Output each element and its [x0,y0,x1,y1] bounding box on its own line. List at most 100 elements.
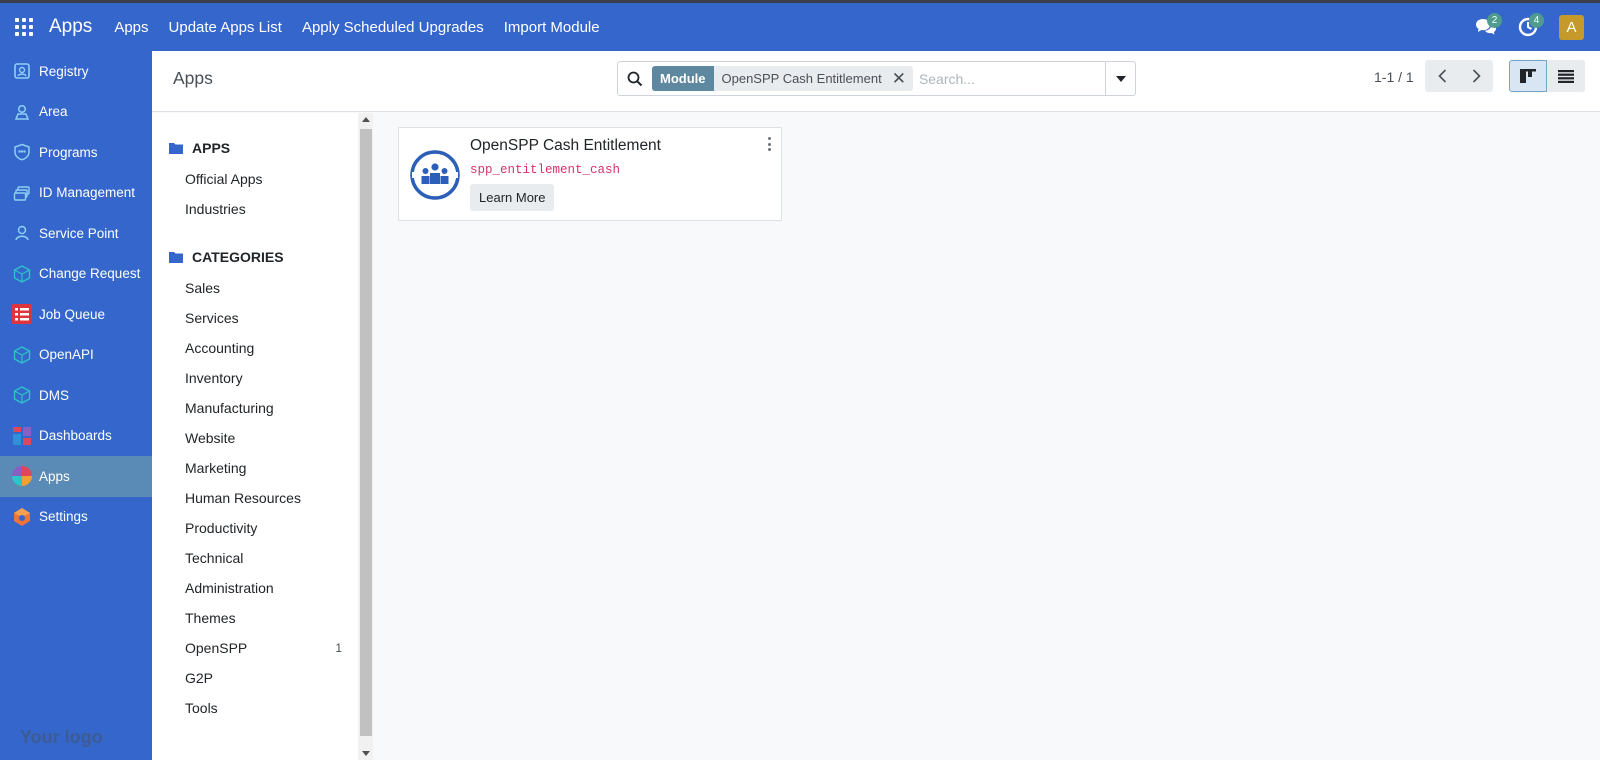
sidebar-item-settings[interactable]: Settings [0,497,152,538]
filter-industries[interactable]: Industries [152,194,372,224]
registry-icon [12,61,32,81]
company-logo: Your logo [20,727,103,747]
sidebar-item-label: Service Point [39,225,119,241]
sidebar-item-programs[interactable]: Programs [0,132,152,173]
pager-value[interactable]: 1-1 / 1 [1374,69,1414,85]
sidebar-item-dms[interactable]: DMS [0,375,152,416]
search-panel-scrollbar[interactable] [358,113,373,760]
sidebar-item-job-queue[interactable]: Job Queue [0,294,152,335]
search-icon [618,62,652,95]
apps-section-title: APPS [192,140,231,156]
chevron-right-icon [1472,69,1481,83]
sidebar-item-openapi[interactable]: OpenAPI [0,335,152,376]
category-item[interactable]: Sales [152,273,372,303]
category-item[interactable]: Website [152,423,372,453]
filter-official-apps[interactable]: Official Apps [152,164,372,194]
list-view-button[interactable] [1547,60,1585,92]
sidebar-item-dashboards[interactable]: Dashboards [0,416,152,457]
apps-section-header: APPS [169,137,372,159]
category-label: Tools [185,700,218,716]
nav-link-apply-scheduled-upgrades[interactable]: Apply Scheduled Upgrades [292,3,494,51]
dms-icon [12,385,32,405]
id-management-icon [12,183,32,203]
category-item[interactable]: Themes [152,603,372,633]
activities-button[interactable]: 4 [1507,3,1549,51]
sidebar-item-registry[interactable]: Registry [0,51,152,92]
category-item[interactable]: OpenSPP 1 [152,633,372,663]
facet-remove-icon[interactable]: ✕ [892,66,906,91]
area-icon [12,102,32,122]
app-menu-grid-icon[interactable] [0,3,48,51]
main-navbar: Apps Apps Update Apps List Apply Schedul… [0,3,1600,51]
sidebar-item-area[interactable]: Area [0,92,152,133]
facet-value: OpenSPP Cash Entitlement ✕ [713,66,913,91]
search-panel: APPS Official Apps Industries CATEGORIES… [152,113,373,760]
category-item[interactable]: Productivity [152,513,372,543]
category-label: Administration [185,580,274,596]
pager-previous-button[interactable] [1425,60,1459,92]
kanban-view-button[interactable] [1509,60,1547,92]
categories-section-header: CATEGORIES [169,246,372,268]
messages-count-badge: 2 [1487,13,1502,28]
job-queue-icon [12,304,32,325]
search-bar: Module OpenSPP Cash Entitlement ✕ [617,61,1136,96]
nav-link-import-module[interactable]: Import Module [494,3,610,51]
sidebar-item-change-request[interactable]: Change Request [0,254,152,295]
category-item[interactable]: Manufacturing [152,393,372,423]
category-label: Services [185,310,239,326]
sidebar-item-apps[interactable]: Apps [0,456,152,497]
app-sidebar: Registry Area Programs ID Management Ser… [0,51,152,760]
sidebar-item-label: Change Request [39,266,141,282]
category-label: Accounting [185,340,255,356]
category-item[interactable]: G2P [152,663,372,693]
scroll-down-arrow-icon[interactable] [362,751,370,756]
card-menu-vertical-dots-icon[interactable] [765,136,773,152]
search-options-toggle[interactable] [1105,62,1135,95]
search-facet: Module OpenSPP Cash Entitlement ✕ [652,66,913,91]
pager-buttons [1425,60,1493,92]
category-item[interactable]: Human Resources [152,483,372,513]
list-icon [1558,69,1574,83]
module-title: OpenSPP Cash Entitlement [470,137,661,154]
module-card[interactable]: OpenSPP Cash Entitlement spp_entitlement… [398,127,782,221]
sidebar-item-service-point[interactable]: Service Point [0,213,152,254]
category-item[interactable]: Services [152,303,372,333]
caret-down-icon [1115,75,1126,82]
categories-section-title: CATEGORIES [192,249,284,265]
sidebar-item-label: Area [39,104,68,120]
nav-link-apps[interactable]: Apps [104,3,158,51]
category-label: Human Resources [185,490,301,506]
messages-button[interactable]: 2 [1465,3,1507,51]
change-request-icon [12,264,32,284]
category-label: OpenSPP [185,640,248,656]
search-input[interactable] [918,63,1105,94]
category-label: Marketing [185,460,247,476]
dashboards-icon [12,426,32,446]
category-item[interactable]: Marketing [152,453,372,483]
scrollbar-thumb[interactable] [360,129,372,736]
category-label: Inventory [185,370,243,386]
category-item[interactable]: Administration [152,573,372,603]
category-item[interactable]: Technical [152,543,372,573]
sidebar-item-label: DMS [39,387,69,403]
nav-link-update-apps-list[interactable]: Update Apps List [159,3,292,51]
category-label: Technical [185,550,244,566]
sidebar-item-label: Job Queue [39,306,106,322]
sidebar-item-label: Programs [39,144,98,160]
category-item[interactable]: Accounting [152,333,372,363]
category-item[interactable]: Inventory [152,363,372,393]
view-switcher [1509,60,1585,92]
page-title: Apps [173,68,213,88]
category-item[interactable]: Tools [152,693,372,723]
user-avatar[interactable]: A [1559,14,1584,40]
control-panel: Apps Module OpenSPP Cash Entitlement ✕ 1… [152,51,1600,112]
scroll-up-arrow-icon[interactable] [362,117,370,122]
nav-brand[interactable]: Apps [49,16,92,38]
module-technical-name: spp_entitlement_cash [470,163,621,177]
facet-value-text: OpenSPP Cash Entitlement [721,71,882,86]
sidebar-item-id-management[interactable]: ID Management [0,173,152,214]
learn-more-button[interactable]: Learn More [470,184,555,211]
folder-icon [169,143,183,154]
pager-next-button[interactable] [1459,60,1493,92]
sidebar-item-label: Dashboards [39,428,112,444]
